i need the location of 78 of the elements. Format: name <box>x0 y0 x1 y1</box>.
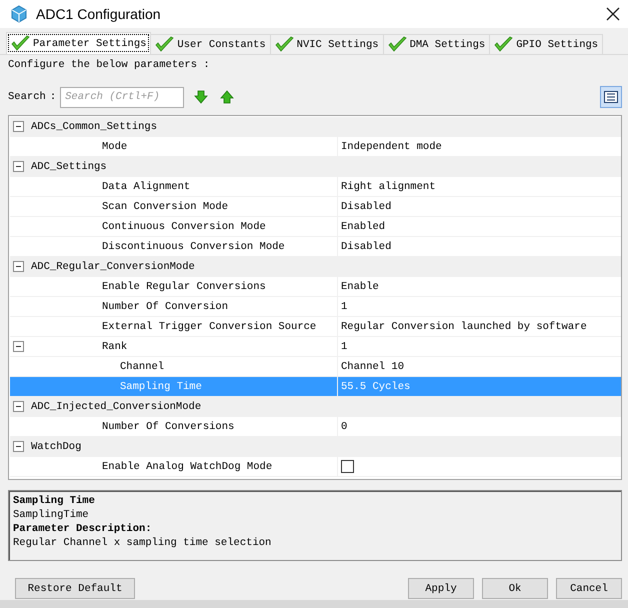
description-title: Sampling Time <box>13 495 96 507</box>
parameter-row[interactable]: Rank 1 <box>10 337 621 357</box>
dialog-button[interactable]: Ok <box>482 578 548 599</box>
group-label: ADC_Settings <box>31 160 107 172</box>
parameter-row[interactable]: Number Of Conversion 1 <box>10 297 621 317</box>
search-field[interactable]: Search (Crtl+F) <box>60 86 184 108</box>
parameter-label: External Trigger Conversion Source <box>102 320 316 332</box>
parameter-label: Mode <box>102 140 128 152</box>
parameter-label: Enable Regular Conversions <box>102 280 266 292</box>
group-label: WatchDog <box>31 440 82 452</box>
checkbox[interactable] <box>341 460 354 473</box>
group-label: ADC_Regular_ConversionMode <box>31 260 195 272</box>
cube-icon <box>10 5 28 23</box>
parameter-value: Disabled <box>341 240 392 252</box>
tab[interactable]: GPIO Settings <box>489 34 604 54</box>
parameter-value: Disabled <box>341 200 392 212</box>
parameter-label: Continuous Conversion Mode <box>102 220 266 232</box>
parameter-row[interactable]: Data Alignment Right alignment <box>10 177 621 197</box>
collapse-icon[interactable] <box>13 121 25 132</box>
separator-text: : <box>50 91 56 103</box>
parameter-row[interactable]: Discontinuous Conversion Mode Disabled <box>10 237 621 257</box>
parameter-value: 1 <box>341 340 348 352</box>
tab[interactable]: DMA Settings <box>382 34 490 54</box>
window-title: ADC1 Configuration <box>36 6 162 22</box>
parameter-label: Sampling Time <box>120 380 202 392</box>
group-row[interactable]: WatchDog <box>10 437 621 457</box>
parameter-row[interactable]: Mode Independent mode <box>10 137 621 157</box>
parameter-value: Channel 10 <box>341 360 404 372</box>
parameter-label: Channel <box>120 360 164 372</box>
parameter-label: Rank <box>102 340 128 352</box>
group-label: ADCs_Common_Settings <box>31 120 158 132</box>
parameter-value: Enable <box>341 280 379 292</box>
parameter-label: Data Alignment <box>102 180 190 192</box>
group-row[interactable]: ADC_Regular_ConversionMode <box>10 257 621 277</box>
group-row[interactable]: ADC_Settings <box>10 157 621 177</box>
collapse-icon[interactable] <box>13 441 25 452</box>
collapse-icon[interactable] <box>13 401 25 412</box>
parameter-value: Enabled <box>341 220 386 232</box>
parameter-label: Number Of Conversions <box>102 420 234 432</box>
tab[interactable]: User Constants <box>150 34 271 54</box>
description-text: Regular Channel x sampling time selection <box>13 537 272 549</box>
parameter-label: Enable Analog WatchDog Mode <box>102 460 272 472</box>
parameter-value: 0 <box>341 420 348 432</box>
parameter-row[interactable]: Scan Conversion Mode Disabled <box>10 197 621 217</box>
parameter-name: SamplingTime <box>13 509 90 521</box>
collapse-icon[interactable] <box>13 341 25 352</box>
parameter-value: Independent mode <box>341 140 442 152</box>
tab[interactable]: NVIC Settings <box>270 34 384 54</box>
restore-default-button[interactable]: Restore Default <box>15 578 135 599</box>
group-row[interactable]: ADC_Injected_ConversionMode <box>10 397 621 417</box>
parameter-value: 55.5 Cycles <box>341 380 410 392</box>
list-view-button[interactable] <box>600 86 622 108</box>
arrow-down-icon[interactable] <box>194 90 208 104</box>
dialog-button[interactable]: Apply <box>408 578 474 599</box>
group-label: ADC_Injected_ConversionMode <box>31 400 202 412</box>
parameter-row[interactable]: External Trigger Conversion Source Regular Conversion launched by software <box>10 317 621 337</box>
parameter-label: Discontinuous Conversion Mode <box>102 240 285 252</box>
parameter-row[interactable]: Enable Analog WatchDog Mode <box>10 457 621 477</box>
list-icon <box>604 91 618 103</box>
description-heading: Parameter Description: <box>13 523 153 535</box>
parameter-row[interactable]: Enable Regular Conversions Enable <box>10 277 621 297</box>
parameter-row[interactable]: Continuous Conversion Mode Enabled <box>10 217 621 237</box>
arrow-up-icon[interactable] <box>220 90 234 104</box>
group-row[interactable]: ADCs_Common_Settings <box>10 117 621 137</box>
parameter-value: Right alignment <box>341 180 436 192</box>
tab[interactable]: Parameter Settings <box>6 32 152 54</box>
parameter-label: Scan Conversion Mode <box>102 200 228 212</box>
parameter-row[interactable]: Number Of Conversions 0 <box>10 417 621 437</box>
instruction-text: Configure the below parameters : <box>8 59 211 71</box>
parameter-value: Regular Conversion launched by software <box>341 320 587 332</box>
collapse-icon[interactable] <box>13 261 25 272</box>
dialog-button[interactable]: Cancel <box>556 578 622 599</box>
parameter-row[interactable]: Channel Channel 10 <box>10 357 621 377</box>
close-icon[interactable] <box>606 7 620 21</box>
parameter-value: 1 <box>341 300 348 312</box>
collapse-icon[interactable] <box>13 161 25 172</box>
search-label: Search <box>8 91 46 103</box>
parameter-label: Number Of Conversion <box>102 300 228 312</box>
